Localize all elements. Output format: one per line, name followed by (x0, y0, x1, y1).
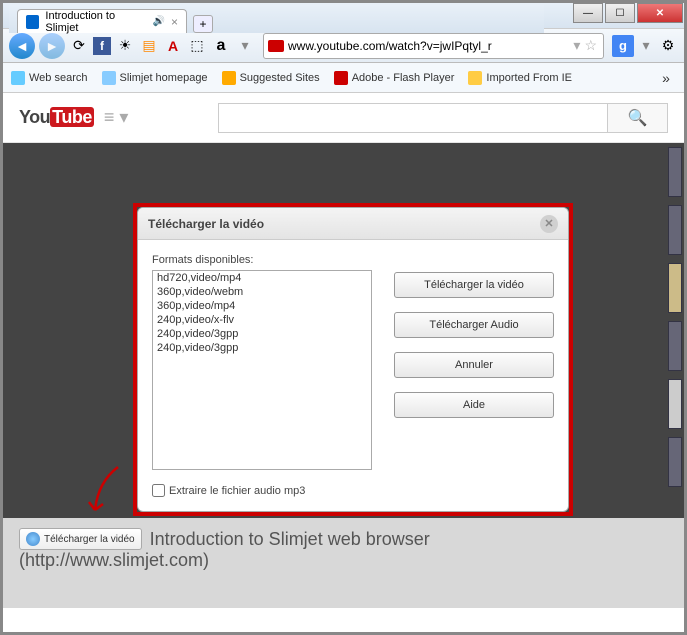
format-option[interactable]: 360p,video/webm (153, 285, 371, 299)
weather-icon[interactable]: ☀ (115, 36, 135, 56)
thumb-item[interactable] (668, 263, 682, 313)
globe-icon (11, 71, 25, 85)
format-option[interactable]: 240p,video/3gpp (153, 327, 371, 341)
search-dropdown-icon[interactable]: ▾ (636, 36, 656, 56)
translate-icon[interactable]: ⬚ (187, 36, 207, 56)
thumb-item[interactable] (668, 147, 682, 197)
format-option[interactable]: 360p,video/mp4 (153, 299, 371, 313)
page-content: YouTube ≡ ▾ 🔍 Télécharger la vidéo (3, 93, 684, 608)
download-icon (26, 532, 40, 546)
bookmark-star-icon[interactable]: ☆ (584, 37, 597, 54)
amazon-icon[interactable]: a (211, 36, 231, 56)
bookmark-imported[interactable]: Imported From IE (468, 71, 572, 85)
slimjet-icon (102, 71, 116, 85)
download-dialog: Télécharger la vidéo ✕ Formats disponibl… (137, 207, 569, 512)
tab-close-icon[interactable]: × (171, 15, 178, 29)
tab-active[interactable]: Introduction to Slimjet 🔊 × (17, 9, 187, 33)
thumb-item[interactable] (668, 437, 682, 487)
dialog-highlight: Télécharger la vidéo ✕ Formats disponibl… (133, 203, 573, 516)
dialog-titlebar: Télécharger la vidéo ✕ (138, 208, 568, 240)
back-button[interactable]: ◄ (9, 33, 35, 59)
browser-toolbar: ◄ ► ⟳ f ☀ ▤ A ⬚ a ▾ ▾ ☆ g ▾ ⚙ (3, 29, 684, 63)
rss-icon[interactable]: ▤ (139, 36, 159, 56)
youtube-logo[interactable]: YouTube (19, 107, 94, 128)
dialog-title: Télécharger la vidéo (148, 217, 264, 231)
formats-label: Formats disponibles: (152, 254, 382, 266)
adblock-icon[interactable]: A (163, 36, 183, 56)
youtube-search-input[interactable] (218, 103, 608, 133)
bookmark-web-search[interactable]: Web search (11, 71, 88, 85)
folder-icon (468, 71, 482, 85)
dialog-footer: Extraire le fichier audio mp3 (138, 484, 568, 511)
reload-button[interactable]: ⟳ (69, 36, 89, 56)
forward-button[interactable]: ► (39, 33, 65, 59)
download-video-button[interactable]: Télécharger la vidéo (394, 272, 554, 298)
browser-window: — ☐ ✕ Introduction to Slimjet 🔊 × + ◄ ► … (0, 0, 687, 635)
tab-bar: Introduction to Slimjet 🔊 × + (9, 5, 544, 33)
download-video-page-button[interactable]: Télécharger la vidéo (19, 528, 142, 550)
youtube-header: YouTube ≡ ▾ 🔍 (3, 93, 684, 143)
video-player-area: Télécharger la vidéo ✕ Formats disponibl… (3, 143, 684, 518)
extract-audio-label: Extraire le fichier audio mp3 (169, 485, 305, 497)
video-url: (http://www.slimjet.com) (19, 550, 668, 571)
site-icon (268, 40, 284, 52)
bookmark-adobe[interactable]: Adobe - Flash Player (334, 71, 455, 85)
address-bar[interactable]: ▾ ☆ (263, 33, 604, 59)
url-input[interactable] (288, 39, 571, 53)
thumb-item[interactable] (668, 205, 682, 255)
adobe-icon (334, 71, 348, 85)
extension-icon[interactable]: ⚙ (658, 36, 678, 56)
sidebar-thumbs (668, 147, 682, 522)
favicon-icon (26, 15, 39, 29)
google-search-icon[interactable]: g (612, 35, 634, 57)
dialog-close-button[interactable]: ✕ (540, 215, 558, 233)
facebook-icon[interactable]: f (93, 37, 111, 55)
extract-audio-checkbox[interactable] (152, 484, 165, 497)
video-info-bar: Télécharger la vidéo Introduction to Sli… (3, 518, 684, 608)
guide-button[interactable]: ≡ ▾ (104, 107, 129, 128)
star-icon (222, 71, 236, 85)
new-tab-button[interactable]: + (193, 15, 213, 33)
youtube-search-button[interactable]: 🔍 (608, 103, 668, 133)
format-option[interactable]: 240p,video/x-flv (153, 313, 371, 327)
bookmarks-overflow-icon[interactable]: » (656, 68, 676, 88)
audio-icon[interactable]: 🔊 (153, 16, 165, 27)
bookmark-slimjet[interactable]: Slimjet homepage (102, 71, 208, 85)
dropdown-icon[interactable]: ▾ (235, 36, 255, 56)
thumb-item[interactable] (668, 379, 682, 429)
close-window-button[interactable]: ✕ (637, 3, 683, 23)
help-button[interactable]: Aide (394, 392, 554, 418)
minimize-button[interactable]: — (573, 3, 603, 23)
format-option[interactable]: 240p,video/3gpp (153, 341, 371, 355)
format-option[interactable]: hd720,video/mp4 (153, 271, 371, 285)
thumb-item[interactable] (668, 321, 682, 371)
chevron-down-icon[interactable]: ▾ (573, 37, 580, 54)
formats-listbox[interactable]: hd720,video/mp4 360p,video/webm 360p,vid… (152, 270, 372, 470)
tab-title: Introduction to Slimjet (45, 10, 146, 34)
bookmarks-bar: Web search Slimjet homepage Suggested Si… (3, 63, 684, 93)
video-title: Introduction to Slimjet web browser (150, 529, 430, 550)
download-audio-button[interactable]: Télécharger Audio (394, 312, 554, 338)
bookmark-suggested[interactable]: Suggested Sites (222, 71, 320, 85)
maximize-button[interactable]: ☐ (605, 3, 635, 23)
cancel-button[interactable]: Annuler (394, 352, 554, 378)
